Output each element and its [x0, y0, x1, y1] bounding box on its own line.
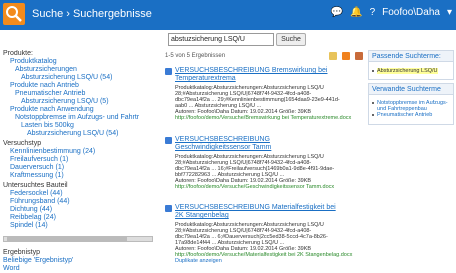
panel-title: Passende Suchterme: — [369, 51, 453, 62]
top-bar: Suche › Suchergebnisse 💬 🔔 ? Foofoo\Daha… — [0, 0, 456, 30]
refiner-link[interactable]: Lasten bis 500kg — [3, 122, 153, 130]
refiner-link[interactable]: Absturzsicherung LSQ/U (5) — [3, 98, 153, 106]
refiner-link[interactable]: Federsockel (44) — [3, 190, 153, 198]
refiner-link[interactable]: Reibbelag (24) — [3, 214, 153, 222]
matching-terms-panel: Passende Suchterme: Absturzsicherung LSQ… — [368, 50, 454, 80]
word-doc-icon — [165, 205, 172, 212]
result-item: VERSUCHSBESCHREIBUNG Geschwindigkeitssen… — [165, 136, 363, 199]
refiner-link[interactable]: Dichtung (44) — [3, 206, 153, 214]
chevron-down-icon[interactable]: ▾ — [447, 7, 452, 18]
refiner-heading: Untersuchtes Bauteil — [3, 182, 68, 189]
result-title[interactable]: VERSUCHSBESCHREIBUNG Geschwindigkeitssen… — [175, 136, 345, 152]
refiner-link[interactable]: Produkte nach Antrieb — [3, 82, 153, 90]
duplicates-link[interactable]: Duplikate anzeigen — [175, 258, 222, 264]
right-panel: Passende Suchterme: Absturzsicherung LSQ… — [368, 50, 456, 270]
result-count: 1-5 von 5 Ergebnissen — [165, 53, 226, 59]
results-pane: 1-5 von 5 Ergebnissen VERSUCHSBESCHREIBU… — [163, 50, 365, 270]
panel-title: Verwandte Suchterme — [369, 84, 453, 95]
result-item: VERSUCHSBESCHREIBUNG Materialfestigkeit … — [165, 204, 363, 267]
word-doc-icon — [165, 137, 172, 144]
refiner-link[interactable]: Produktkatalog — [3, 58, 153, 66]
refiner-link[interactable]: Spindel (14) — [3, 222, 153, 230]
search-button[interactable]: Suche — [276, 33, 306, 46]
horizontal-scrollbar[interactable] — [3, 236, 153, 242]
user-menu[interactable]: Foofoo\Daha — [382, 7, 440, 18]
refiner-link[interactable]: Absturzsicherung LSQ/U (54) — [3, 74, 153, 82]
related-terms-panel: Verwandte Suchterme Notstoppbremse im Au… — [368, 83, 454, 125]
refinement-tree: Produkte: Produktkatalog Absturzsicherunge… — [3, 50, 153, 234]
refiner-link[interactable]: Absturzsicherung LSQ/U (54) — [3, 130, 153, 138]
refiner-link[interactable]: Absturzsicherungen — [3, 66, 153, 74]
related-term[interactable]: Notstoppbremse im Aufzugs- und Fahrtrepp… — [369, 100, 453, 112]
refiner-heading: Produkte: — [3, 50, 33, 57]
alert-icon[interactable] — [329, 52, 337, 60]
help-icon[interactable]: ? — [370, 7, 376, 18]
refiner-link[interactable]: Kraftmessung (1) — [3, 172, 153, 180]
refiner-link[interactable]: Freilaufversuch (1) — [3, 156, 153, 164]
result-url[interactable]: http://foofoo/demo/Versuche/Geschwindigk… — [175, 184, 361, 190]
breadcrumb: Suche › Suchergebnisse — [32, 8, 152, 20]
refiner-link[interactable]: Kennlinienbestimmung (24) — [3, 148, 153, 156]
result-title[interactable]: VERSUCHSBESCHREIBUNG Bremswirkung bei Te… — [175, 67, 345, 83]
scroll-thumb[interactable] — [7, 237, 127, 241]
refiner-link[interactable]: Word — [3, 265, 153, 273]
feedback-icon[interactable]: 💬 — [331, 7, 343, 18]
search-input[interactable]: abstuzsicherung LSQ/U — [168, 33, 274, 46]
refiner-link[interactable]: Pneumatischer Antrieb — [3, 90, 153, 98]
save-search-icon[interactable] — [355, 52, 363, 60]
refinement-panel: Produkte: Produktkatalog Absturzsicherunge… — [3, 50, 158, 273]
refiner-heading: Ergebnistyp — [3, 249, 40, 256]
result-url[interactable]: http://foofoo/demo/Versuche/Bremswirkung… — [175, 115, 361, 121]
related-term[interactable]: Pneumatischer Antrieb — [369, 112, 453, 118]
refiner-link[interactable]: Dauerversuch (1) — [3, 164, 153, 172]
matching-term[interactable]: Absturzsicherung LSQ/U — [377, 68, 438, 74]
refiner-link[interactable]: Beliebige 'Ergebnistyp' — [3, 257, 153, 265]
refiner-link[interactable]: Führungsband (44) — [3, 198, 153, 206]
result-title[interactable]: VERSUCHSBESCHREIBUNG Materialfestigkeit … — [175, 204, 345, 220]
refiner-link[interactable]: Produkte nach Anwendung — [3, 106, 153, 114]
refiner-link[interactable]: Notstoppbremse im Aufzugs- und Fahrtr — [3, 114, 153, 122]
rss-icon[interactable] — [342, 52, 350, 60]
search-center-logo-icon[interactable] — [3, 3, 25, 25]
notification-icon[interactable]: 🔔 — [350, 7, 362, 18]
result-item: VERSUCHSBESCHREIBUNG Bremswirkung bei Te… — [165, 67, 363, 130]
refiner-heading: Versuchstyp — [3, 140, 42, 147]
word-doc-icon — [165, 68, 172, 75]
